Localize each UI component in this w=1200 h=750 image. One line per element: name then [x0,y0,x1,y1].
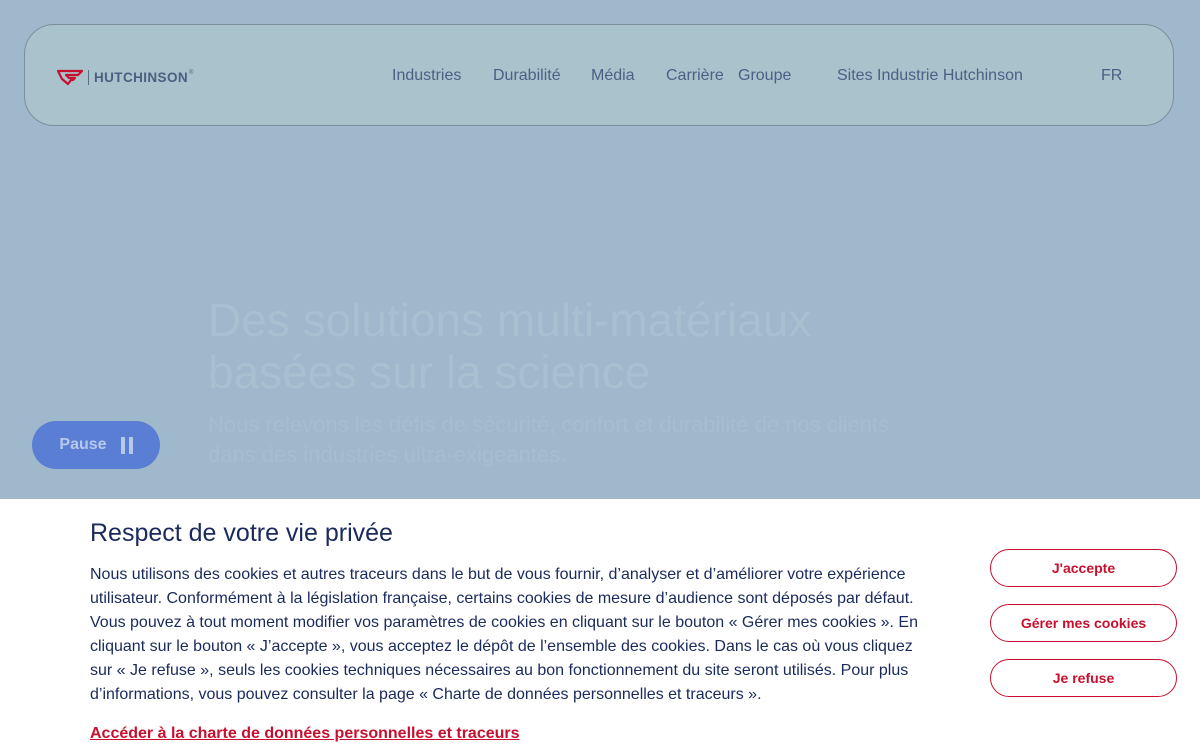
hutchinson-mark-icon [57,69,83,86]
pause-icon [120,436,133,454]
nav-item-carriere[interactable]: Carrière [666,67,724,85]
privacy-charter-link[interactable]: Accéder à la charte de données personnel… [90,725,520,743]
logo-wordmark: HUTCHINSON [94,69,188,85]
cookie-banner-title: Respect de votre vie privée [90,519,393,547]
nav-item-sites-industrie[interactable]: Sites Industrie Hutchinson [837,67,1023,85]
hero-subtitle: Nous relevons les défis de sécurité, con… [208,412,890,467]
nav-item-media[interactable]: Média [591,67,635,85]
logo-separator [88,69,89,85]
language-selector[interactable]: FR [1101,67,1122,85]
hero-title: Des solutions multi-matériaux basées sur… [208,294,812,398]
carousel-pause-button[interactable]: Pause [32,421,160,469]
nav-item-industries[interactable]: Industries [392,67,461,85]
logo-registered-mark: ® [189,70,194,76]
cookie-banner: Respect de votre vie privée Nous utiliso… [0,499,1200,750]
refuse-cookies-button[interactable]: Je refuse [990,659,1177,697]
pause-label: Pause [59,436,107,453]
nav-item-durabilite[interactable]: Durabilité [493,67,561,85]
manage-cookies-button[interactable]: Gérer mes cookies [990,604,1177,642]
accept-cookies-button[interactable]: J'accepte [990,549,1177,587]
nav-item-groupe[interactable]: Groupe [738,67,791,85]
page: HUTCHINSON ® Industries Durabilité Média… [0,0,1200,750]
site-header: HUTCHINSON ® Industries Durabilité Média… [24,24,1174,126]
cookie-banner-text: Nous utilisons des cookies et autres tra… [90,566,918,703]
hutchinson-logo[interactable]: HUTCHINSON ® [57,67,193,87]
